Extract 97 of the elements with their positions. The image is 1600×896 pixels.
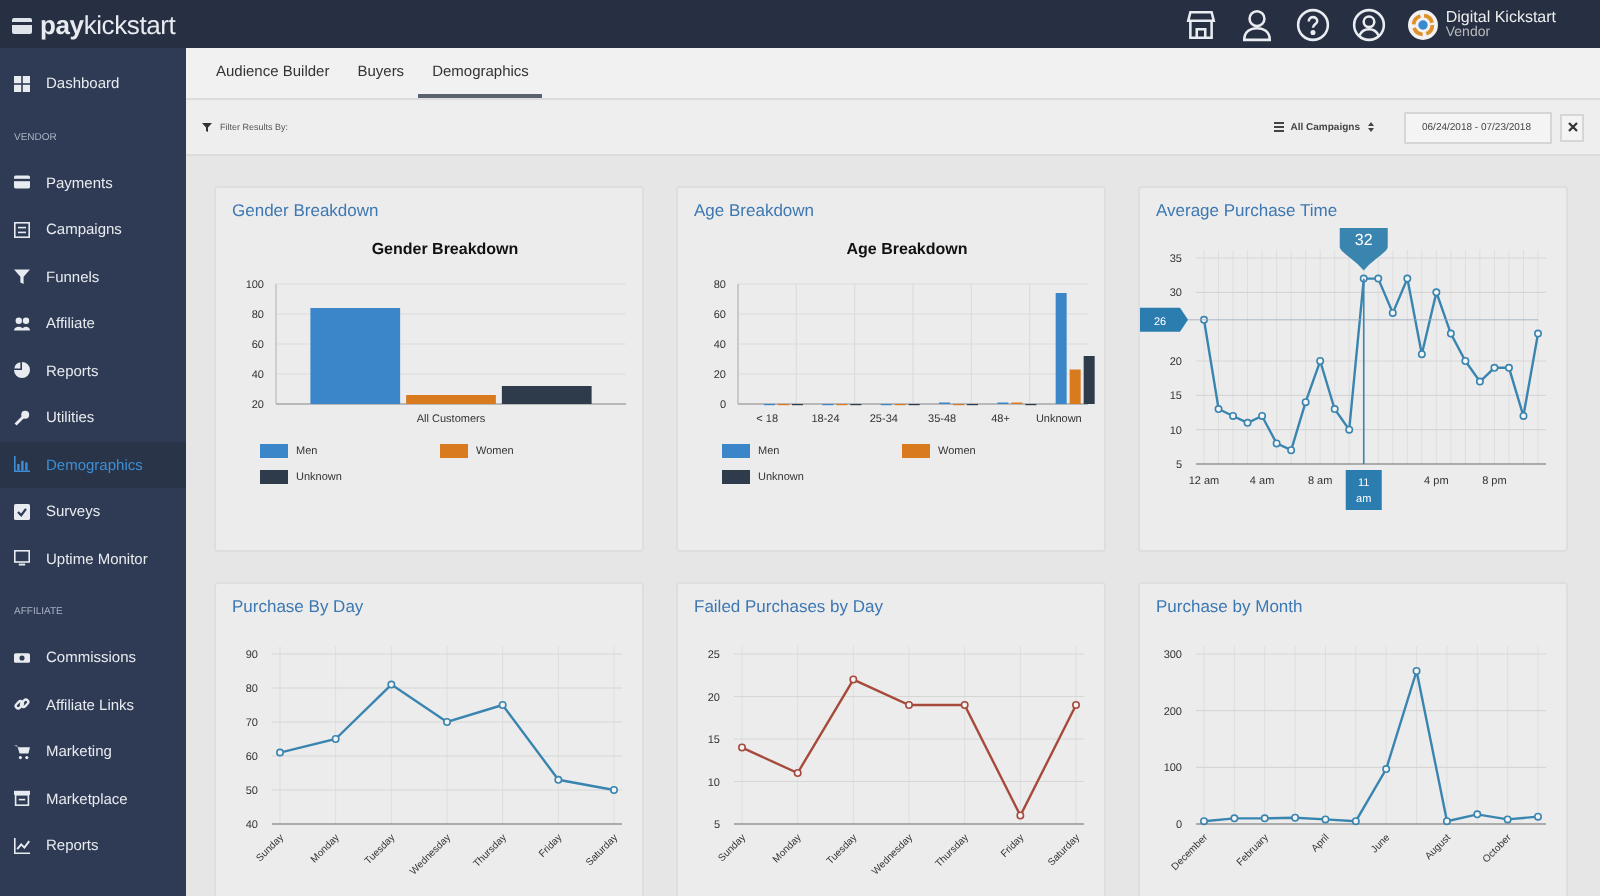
bar — [310, 308, 401, 404]
data-point — [1301, 398, 1310, 407]
store-icon[interactable] — [1183, 7, 1218, 41]
monitor-icon — [14, 550, 30, 567]
cart-icon — [14, 743, 30, 760]
legend-swatch — [440, 444, 468, 458]
annotation: 32 — [1354, 230, 1374, 249]
data-point — [1016, 811, 1025, 820]
list-icon — [1274, 122, 1285, 132]
value-tooltip: 32 — [1339, 228, 1388, 271]
people-icon — [14, 315, 30, 332]
chart-title: Age Breakdown — [846, 240, 968, 258]
sort-icon — [1366, 122, 1376, 132]
wrench-icon — [14, 409, 30, 426]
wallet-icon — [12, 15, 34, 33]
data-point — [610, 786, 618, 794]
data-point — [960, 701, 969, 709]
card-title: Purchase By Day — [230, 594, 366, 620]
logo-text: paykickstart — [40, 9, 176, 39]
data-point — [1272, 439, 1281, 448]
avatar[interactable] — [1407, 9, 1438, 39]
data-point — [1442, 817, 1451, 826]
data-point — [1072, 701, 1080, 709]
data-point — [1446, 329, 1455, 338]
data-point — [1291, 813, 1300, 822]
data-point — [1321, 815, 1330, 824]
card-title: Purchase by Month — [1154, 594, 1305, 620]
data-point — [498, 701, 507, 709]
data-point — [1330, 405, 1339, 414]
list-icon — [14, 221, 30, 238]
data-point — [443, 718, 451, 726]
data-point — [793, 769, 802, 777]
card-icon — [14, 174, 30, 191]
close-icon — [1567, 122, 1577, 132]
data-point — [1200, 315, 1208, 324]
data-point — [1243, 418, 1252, 427]
bar — [406, 395, 496, 404]
data-point — [276, 748, 284, 757]
legend-swatch — [260, 470, 288, 484]
legend-swatch — [722, 470, 750, 484]
data-point — [1260, 814, 1269, 823]
checkbox-icon — [14, 503, 30, 520]
data-point — [1403, 274, 1412, 283]
data-point — [1503, 815, 1512, 824]
money-icon — [14, 649, 30, 666]
filter-icon — [202, 122, 212, 132]
data-point — [331, 735, 340, 743]
bar-chart-icon — [14, 456, 30, 473]
data-point — [1534, 812, 1542, 821]
link-icon — [14, 696, 30, 713]
data-point — [1316, 357, 1325, 365]
card-title: Failed Purchases by Day — [692, 594, 885, 620]
card-title: Age Breakdown — [692, 198, 817, 224]
store-icon — [14, 790, 30, 807]
legend-swatch — [722, 444, 750, 458]
data-point — [1475, 377, 1484, 386]
data-point — [1229, 411, 1238, 420]
pie-icon — [14, 362, 30, 379]
data-point — [1490, 363, 1499, 372]
data-point — [1351, 817, 1360, 826]
chart-title: Gender Breakdown — [371, 240, 519, 258]
user-icon[interactable] — [1239, 7, 1274, 41]
data-point — [1412, 667, 1421, 675]
bar — [501, 386, 592, 404]
help-icon[interactable] — [1295, 7, 1330, 41]
data-point — [1388, 308, 1397, 317]
data-point — [1374, 274, 1383, 283]
data-point — [1287, 446, 1296, 455]
data-point — [1417, 350, 1426, 359]
data-point — [1230, 814, 1239, 823]
card-title: Average Purchase Time — [1154, 198, 1340, 224]
grid-icon — [14, 75, 30, 92]
legend-swatch — [902, 444, 930, 458]
user-circle-icon[interactable] — [1351, 7, 1386, 41]
filter-icon — [14, 268, 30, 285]
line-chart-icon — [14, 837, 30, 854]
data-point — [1258, 411, 1267, 420]
data-point — [1359, 274, 1368, 283]
account-name: Digital Kickstart — [1445, 9, 1556, 25]
data-point — [1461, 357, 1470, 365]
data-point — [387, 680, 396, 689]
data-point — [1534, 329, 1542, 338]
data-point — [1200, 817, 1208, 826]
legend-swatch — [260, 444, 288, 458]
data-point — [1214, 405, 1223, 414]
clear-button[interactable] — [1560, 113, 1584, 141]
data-point — [1382, 765, 1391, 774]
card-title: Gender Breakdown — [230, 198, 381, 224]
data-point — [738, 743, 746, 752]
data-point — [1519, 411, 1528, 420]
data-point — [1473, 810, 1482, 819]
data-point — [849, 675, 858, 684]
data-point — [1432, 288, 1441, 297]
data-point — [1345, 425, 1354, 434]
data-point — [1504, 363, 1513, 372]
data-point — [905, 701, 913, 709]
data-point — [554, 775, 563, 784]
